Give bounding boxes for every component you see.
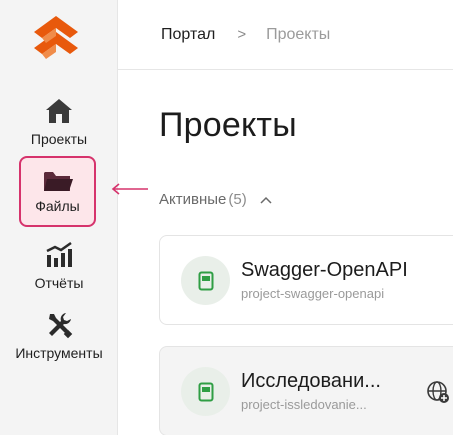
globe-add-icon[interactable]	[426, 380, 450, 404]
breadcrumb: Портал > Проекты	[118, 0, 453, 70]
pointer-arrow-icon	[111, 183, 148, 195]
sidebar-item-tools[interactable]: Инструменты	[0, 308, 118, 372]
chart-icon	[42, 238, 76, 272]
tools-icon	[42, 308, 76, 342]
logo-icon[interactable]	[30, 14, 82, 66]
document-icon	[181, 256, 230, 305]
section-header-active[interactable]: Активные (5)	[159, 191, 273, 208]
breadcrumb-portal[interactable]: Портал	[161, 26, 215, 44]
breadcrumb-separator: >	[237, 26, 247, 43]
section-name: Активные	[159, 191, 227, 208]
home-icon	[42, 94, 76, 128]
folder-icon	[41, 168, 75, 194]
project-card[interactable]: Swagger-OpenAPI project-swagger-openapi	[159, 235, 453, 325]
sidebar-item-projects[interactable]: Проекты	[0, 94, 118, 158]
sidebar-item-files[interactable]: Файлы	[19, 156, 96, 227]
project-title: Swagger-OpenAPI	[241, 259, 408, 281]
project-card[interactable]: Исследовани... project-issledovanie...	[159, 346, 453, 435]
project-slug: project-issledovanie...	[241, 397, 367, 412]
sidebar-item-label: Проекты	[30, 131, 88, 147]
page-title: Проекты	[159, 106, 297, 144]
breadcrumb-projects: Проекты	[266, 25, 331, 43]
sidebar-item-label: Отчёты	[34, 275, 84, 291]
sidebar-item-reports[interactable]: Отчёты	[0, 238, 118, 302]
chevron-up-icon[interactable]	[259, 195, 273, 205]
sidebar-item-label: Файлы	[35, 198, 80, 214]
project-slug: project-swagger-openapi	[241, 286, 385, 301]
sidebar: Проекты Файлы Отчёты Инструменты	[0, 0, 118, 435]
sidebar-item-label: Инструменты	[15, 345, 103, 361]
section-count: (5)	[228, 191, 247, 208]
document-icon	[181, 367, 230, 416]
project-title: Исследовани...	[241, 370, 381, 392]
